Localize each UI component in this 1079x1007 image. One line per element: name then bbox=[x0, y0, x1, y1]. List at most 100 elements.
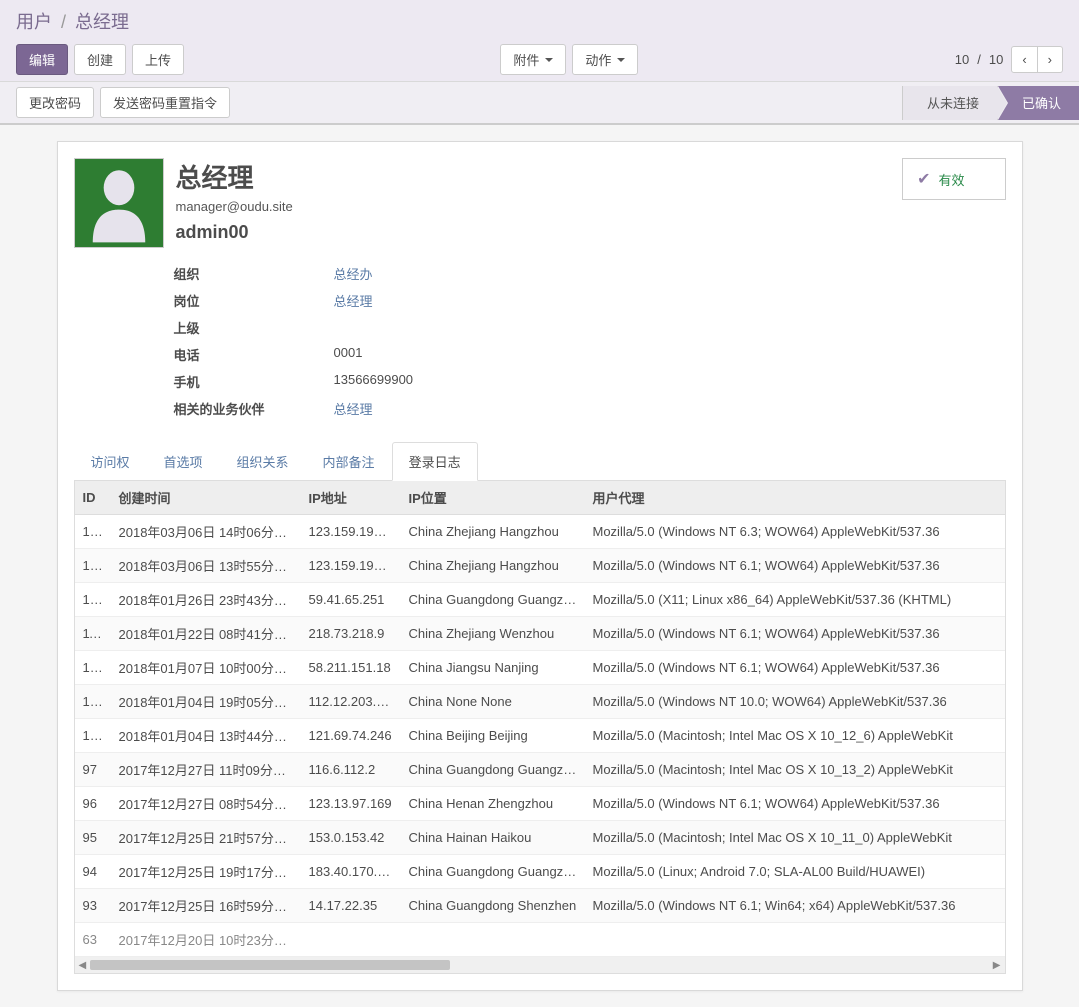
scroll-right-icon[interactable]: ▶ bbox=[993, 960, 1001, 971]
user-login: admin00 bbox=[176, 222, 293, 243]
field-label: 电话 bbox=[174, 345, 334, 364]
field-label: 岗位 bbox=[174, 291, 334, 310]
breadcrumb: 用户 / 总经理 bbox=[0, 0, 1079, 38]
cell-id: 108 bbox=[75, 651, 111, 685]
cell-t: 2018年01月07日 10时00分18秒 bbox=[111, 651, 301, 685]
table-row[interactable]: 1062018年01月04日 19时05分55秒112.12.203.191Ch… bbox=[75, 685, 1005, 719]
cell-ip: 153.0.153.42 bbox=[301, 821, 401, 855]
fields: 组织总经办岗位总经理上级电话0001手机13566699900相关的业务伙伴总经… bbox=[174, 260, 1006, 422]
cell-t: 2018年01月04日 19时05分55秒 bbox=[111, 685, 301, 719]
table-row[interactable]: 1132018年01月22日 08时41分00秒218.73.218.9Chin… bbox=[75, 617, 1005, 651]
table-row[interactable]: 1052018年01月04日 13时44分16秒121.69.74.246Chi… bbox=[75, 719, 1005, 753]
status-flow: 从未连接 已确认 bbox=[902, 86, 1079, 120]
tab[interactable]: 首选项 bbox=[147, 442, 220, 481]
cell-ip: 123.159.197.51 bbox=[301, 515, 401, 549]
cell-ip: 183.40.170.184 bbox=[301, 855, 401, 889]
cell-loc bbox=[401, 923, 585, 957]
avatar-placeholder-icon bbox=[84, 163, 154, 243]
subbar: 更改密码 发送密码重置指令 从未连接 已确认 bbox=[0, 81, 1079, 124]
tab[interactable]: 内部备注 bbox=[306, 442, 392, 481]
tab[interactable]: 组织关系 bbox=[220, 442, 306, 481]
field-row: 组织总经办 bbox=[174, 260, 1006, 287]
breadcrumb-root[interactable]: 用户 bbox=[16, 12, 52, 32]
table-row[interactable]: 972017年12月27日 11时09分30秒116.6.112.2China … bbox=[75, 753, 1005, 787]
column-header[interactable]: 用户代理 bbox=[585, 481, 1005, 515]
change-password-button[interactable]: 更改密码 bbox=[16, 87, 94, 118]
status-step-confirmed[interactable]: 已确认 bbox=[997, 86, 1079, 120]
cell-ua: Mozilla/5.0 (Windows NT 6.1; WOW64) Appl… bbox=[585, 787, 1005, 821]
cell-loc: China None None bbox=[401, 685, 585, 719]
send-reset-button[interactable]: 发送密码重置指令 bbox=[100, 87, 230, 118]
field-value: 0001 bbox=[334, 345, 363, 364]
tab[interactable]: 登录日志 bbox=[392, 442, 478, 481]
user-email: manager@oudu.site bbox=[176, 199, 293, 214]
table-row[interactable]: 1502018年03月06日 14时06分59秒123.159.197.51Ch… bbox=[75, 515, 1005, 549]
table-row[interactable]: 632017年12月20日 10时23分57秒 bbox=[75, 923, 1005, 957]
column-header[interactable]: IP地址 bbox=[301, 481, 401, 515]
cell-loc: China Guangdong Guangzhou bbox=[401, 583, 585, 617]
next-button[interactable]: › bbox=[1038, 46, 1063, 73]
cell-ip: 218.73.218.9 bbox=[301, 617, 401, 651]
action-dropdown[interactable]: 动作 bbox=[572, 44, 638, 75]
cell-t: 2018年03月06日 14时06分59秒 bbox=[111, 515, 301, 549]
upload-button[interactable]: 上传 bbox=[132, 44, 184, 75]
login-log-table-wrap: ID创建时间IP地址IP位置用户代理 1502018年03月06日 14时06分… bbox=[74, 481, 1006, 974]
status-badge[interactable]: ✔ 有效 bbox=[902, 158, 1005, 200]
cell-ip: 123.159.197.51 bbox=[301, 549, 401, 583]
cell-t: 2018年01月26日 23时43分20秒 bbox=[111, 583, 301, 617]
avatar[interactable] bbox=[74, 158, 164, 248]
cell-ua: Mozilla/5.0 (Windows NT 6.1; WOW64) Appl… bbox=[585, 651, 1005, 685]
cell-t: 2017年12月25日 19时17分43秒 bbox=[111, 855, 301, 889]
pager: 10 / 10 ‹ › bbox=[955, 46, 1063, 73]
cell-loc: China Zhejiang Wenzhou bbox=[401, 617, 585, 651]
field-row: 岗位总经理 bbox=[174, 287, 1006, 314]
field-value[interactable]: 总经办 bbox=[334, 264, 373, 283]
scroll-track[interactable] bbox=[90, 960, 989, 970]
cell-ip: 116.6.112.2 bbox=[301, 753, 401, 787]
table-row[interactable]: 952017年12月25日 21时57分09秒153.0.153.42China… bbox=[75, 821, 1005, 855]
status-step-never[interactable]: 从未连接 bbox=[902, 86, 997, 120]
breadcrumb-sep: / bbox=[61, 12, 66, 32]
table-row[interactable]: 1082018年01月07日 10时00分18秒58.211.151.18Chi… bbox=[75, 651, 1005, 685]
table-row[interactable]: 962017年12月27日 08时54分10秒123.13.97.169Chin… bbox=[75, 787, 1005, 821]
scroll-thumb[interactable] bbox=[90, 960, 450, 970]
field-label: 相关的业务伙伴 bbox=[174, 399, 334, 418]
field-value[interactable]: 总经理 bbox=[334, 291, 373, 310]
chevron-right-icon: › bbox=[1048, 52, 1052, 67]
prev-button[interactable]: ‹ bbox=[1011, 46, 1037, 73]
cell-loc: China Guangdong Shenzhen bbox=[401, 889, 585, 923]
cell-t: 2018年01月22日 08时41分00秒 bbox=[111, 617, 301, 651]
cell-ua: Mozilla/5.0 (Windows NT 10.0; WOW64) App… bbox=[585, 685, 1005, 719]
edit-button[interactable]: 编辑 bbox=[16, 44, 68, 75]
attachment-dropdown[interactable]: 附件 bbox=[500, 44, 566, 75]
table-row[interactable]: 942017年12月25日 19时17分43秒183.40.170.184Chi… bbox=[75, 855, 1005, 889]
table-row[interactable]: 1492018年03月06日 13时55分01秒123.159.197.51Ch… bbox=[75, 549, 1005, 583]
horizontal-scrollbar[interactable]: ◀ ▶ bbox=[75, 957, 1005, 973]
column-header[interactable]: IP位置 bbox=[401, 481, 585, 515]
cell-id: 105 bbox=[75, 719, 111, 753]
cell-ua: Mozilla/5.0 (Macintosh; Intel Mac OS X 1… bbox=[585, 719, 1005, 753]
create-button[interactable]: 创建 bbox=[74, 44, 126, 75]
cell-ip: 112.12.203.191 bbox=[301, 685, 401, 719]
scroll-left-icon[interactable]: ◀ bbox=[79, 960, 87, 971]
cell-loc: China Beijing Beijing bbox=[401, 719, 585, 753]
toolbar: 编辑 创建 上传 附件 动作 10 / 10 ‹ › bbox=[0, 38, 1079, 81]
table-row[interactable]: 1252018年01月26日 23时43分20秒59.41.65.251Chin… bbox=[75, 583, 1005, 617]
chevron-left-icon: ‹ bbox=[1022, 52, 1026, 67]
tabs: 访问权首选项组织关系内部备注登录日志 bbox=[74, 442, 1006, 481]
table-row[interactable]: 932017年12月25日 16时59分05秒14.17.22.35China … bbox=[75, 889, 1005, 923]
cell-t: 2017年12月27日 08时54分10秒 bbox=[111, 787, 301, 821]
cell-ua: Mozilla/5.0 (X11; Linux x86_64) AppleWeb… bbox=[585, 583, 1005, 617]
cell-id: 97 bbox=[75, 753, 111, 787]
cell-id: 106 bbox=[75, 685, 111, 719]
cell-t: 2018年01月04日 13时44分16秒 bbox=[111, 719, 301, 753]
cell-ip: 14.17.22.35 bbox=[301, 889, 401, 923]
field-value[interactable]: 总经理 bbox=[334, 399, 373, 418]
cell-loc: China Guangdong Guangzhou bbox=[401, 855, 585, 889]
column-header[interactable]: ID bbox=[75, 481, 111, 515]
cell-t: 2018年03月06日 13时55分01秒 bbox=[111, 549, 301, 583]
column-header[interactable]: 创建时间 bbox=[111, 481, 301, 515]
tab[interactable]: 访问权 bbox=[74, 442, 147, 481]
cell-loc: China Jiangsu Nanjing bbox=[401, 651, 585, 685]
cell-t: 2017年12月27日 11时09分30秒 bbox=[111, 753, 301, 787]
